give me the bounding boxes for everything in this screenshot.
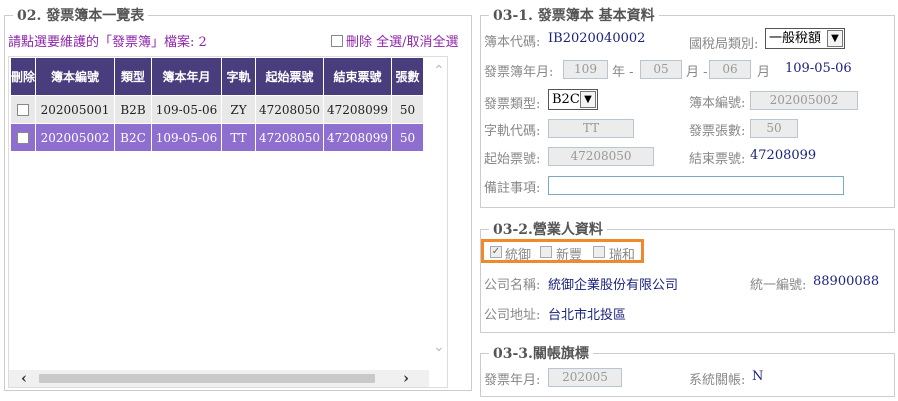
month-field: 05 <box>640 60 682 79</box>
year-unit: 年 - <box>612 65 634 80</box>
cell-year-month: 109-05-06 <box>151 95 222 124</box>
end-no-label: 結束票號: <box>689 152 746 167</box>
select-all-label: 刪除 全選/取消全選 <box>346 35 459 50</box>
company-selector-group: ✓ 統御 新豐 瑞和 <box>481 239 644 263</box>
day-unit: 月 <box>757 65 771 80</box>
note-label: 備註事項: <box>484 181 541 196</box>
row-delete-cell[interactable] <box>10 123 36 152</box>
cell-start-no: 47208050 <box>255 95 324 124</box>
sheet-count-field: 50 <box>750 119 798 138</box>
note-input[interactable] <box>548 176 844 195</box>
company-name-label: 公司名稱: <box>484 278 541 293</box>
system-close-label: 系統關帳: <box>689 373 746 388</box>
scroll-down-icon[interactable]: ⌄ <box>433 339 445 355</box>
month-unit: 月 - <box>686 65 708 80</box>
invoice-type-value: B2C <box>552 92 580 107</box>
scroll-up-icon[interactable]: ⌃ <box>433 63 445 79</box>
tax-type-label: 國稅局類別: <box>689 37 759 52</box>
cell-end-no: 47208099 <box>323 123 392 152</box>
address-value: 台北市北投區 <box>548 308 627 323</box>
table-header-row: 刪除 簿本編號 類型 簿本年月 字軌 起始票號 結束票號 張數 <box>10 57 424 96</box>
table-row[interactable]: 202005001 B2B 109-05-06 ZY 47208050 4720… <box>10 95 424 124</box>
cell-type: B2C <box>114 123 152 152</box>
horizontal-scrollbar[interactable]: ‹ › <box>9 369 429 387</box>
cell-year-month: 109-05-06 <box>151 123 222 152</box>
col-year-month: 簿本年月 <box>151 57 222 96</box>
section-title-closing: 03-3.關帳旗標 <box>493 346 589 362</box>
cell-start-no: 47208050 <box>255 123 324 152</box>
cell-count: 50 <box>391 123 424 152</box>
cell-count: 50 <box>391 95 424 124</box>
book-ym-label: 發票簿年月: <box>484 65 554 80</box>
chevron-down-icon: ▼ <box>580 91 596 108</box>
book-code-label: 簿本代碼: <box>484 35 541 50</box>
vertical-scrollbar[interactable]: ⌃ ⌄ <box>429 57 447 369</box>
cell-book-no: 202005001 <box>35 95 115 124</box>
book-no-field: 202005002 <box>750 91 858 110</box>
end-no-value: 47208099 <box>750 148 817 163</box>
closing-ym-field: 202005 <box>548 368 622 387</box>
tax-type-value: 一般稅額 <box>769 31 822 46</box>
start-no-field: 47208050 <box>548 147 654 166</box>
book-table-container: 刪除 簿本編號 類型 簿本年月 字軌 起始票號 結束票號 張數 20200500… <box>8 56 448 388</box>
section-title-basic: 03-1. 發票簿本 基本資料 <box>493 8 655 24</box>
chevron-down-icon: ▼ <box>827 30 843 47</box>
select-all-checkbox[interactable] <box>331 35 343 47</box>
closing-flag-panel: 03-3.關帳旗標 <box>480 343 895 397</box>
company-label-ruihe: 瑞和 <box>609 248 636 263</box>
company-checkbox-xinfeng[interactable] <box>540 246 552 258</box>
company-checkbox-tongyu[interactable]: ✓ <box>490 246 502 258</box>
company-label-tongyu: 統御 <box>505 248 532 263</box>
day-field: 06 <box>709 60 751 79</box>
scroll-left-icon[interactable]: ‹ <box>21 369 27 387</box>
row-delete-checkbox[interactable] <box>17 132 29 144</box>
section-title-book-list: 02. 發票簿本一覽表 <box>17 8 145 24</box>
sheet-count-label: 發票張數: <box>689 124 746 139</box>
track-field: TT <box>548 119 634 138</box>
horizontal-scroll-thumb[interactable] <box>39 374 375 383</box>
col-start-no: 起始票號 <box>255 57 324 96</box>
company-name-value: 統御企業股份有限公司 <box>548 278 679 293</box>
table-row-selected[interactable]: 202005002 B2C 109-05-06 TT 47208050 4720… <box>10 123 424 152</box>
closing-ym-label: 發票年月: <box>484 373 541 388</box>
invoice-type-label: 發票類型: <box>484 97 541 112</box>
col-type: 類型 <box>114 57 152 96</box>
col-book-no: 簿本編號 <box>35 57 115 96</box>
cell-book-no: 202005002 <box>35 123 115 152</box>
track-label: 字軌代碼: <box>484 124 541 139</box>
book-code-value: IB2020040002 <box>548 31 646 46</box>
row-delete-checkbox[interactable] <box>17 104 29 116</box>
book-table: 刪除 簿本編號 類型 簿本年月 字軌 起始票號 結束票號 張數 20200500… <box>10 57 424 152</box>
cell-type: B2B <box>114 95 152 124</box>
invoice-type-select[interactable]: B2C ▼ <box>548 89 598 110</box>
year-field: 109 <box>563 60 608 79</box>
company-checkbox-ruihe[interactable] <box>593 246 605 258</box>
col-count: 張數 <box>391 57 424 96</box>
record-count-text: 請點選要維護的「發票簿」檔案: 2 <box>8 35 207 50</box>
select-all-toggle[interactable]: 刪除 全選/取消全選 <box>331 31 459 50</box>
system-close-value: N <box>752 369 764 384</box>
scroll-right-icon[interactable]: › <box>403 369 409 387</box>
book-no-label: 簿本編號: <box>689 96 746 111</box>
address-label: 公司地址: <box>484 308 541 323</box>
col-end-no: 結束票號 <box>323 57 392 96</box>
tax-type-select[interactable]: 一般稅額 ▼ <box>765 28 845 49</box>
row-delete-cell[interactable] <box>10 95 36 124</box>
cell-end-no: 47208099 <box>323 95 392 124</box>
section-title-business: 03-2.營業人資料 <box>493 222 603 238</box>
company-label-xinfeng: 新豐 <box>556 248 583 263</box>
tax-id-label: 統一編號: <box>750 278 807 293</box>
cell-track: TT <box>221 123 256 152</box>
col-delete: 刪除 <box>10 57 36 96</box>
tax-id-value: 88900088 <box>813 274 880 289</box>
col-track: 字軌 <box>221 57 256 96</box>
date-display: 109-05-06 <box>785 61 852 76</box>
cell-track: ZY <box>221 95 256 124</box>
start-no-label: 起始票號: <box>484 152 541 167</box>
